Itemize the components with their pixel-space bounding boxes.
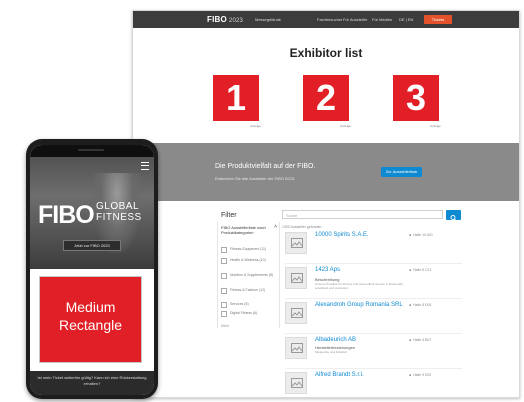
footer-faq-link[interactable]: Ist mein Ticket weiterhin gültig? Kann i… xyxy=(36,375,148,387)
list-item[interactable]: 1423 Aps ● Halle 6 C12 Beschreibung Unser… xyxy=(285,264,462,299)
nav-language-switch[interactable]: DE | EN xyxy=(399,17,413,22)
desktop-window: FIBO 2023 Messegelände Fachbesucher Für A… xyxy=(132,10,520,398)
checkbox[interactable] xyxy=(221,311,227,317)
checkbox[interactable] xyxy=(221,302,227,308)
ad-slot-1-caption: Anzeige xyxy=(250,124,261,128)
exhibitor-name[interactable]: 10000 Spirits S.A.E. xyxy=(315,232,405,239)
filter-option[interactable]: Health & Wellness (10) xyxy=(221,258,277,264)
filter-option[interactable]: Digital Fitness (6) xyxy=(221,311,277,317)
search-icon xyxy=(450,215,457,221)
filter-more-link[interactable]: Mehr xyxy=(221,324,229,328)
exhibitor-name[interactable]: Alfred Brandt S.r.l. xyxy=(315,372,405,379)
exhibitor-location: ● Halle 9 E02 xyxy=(409,373,432,377)
divider xyxy=(279,222,280,328)
ad-slot-3-caption: Anzeige xyxy=(430,124,441,128)
logo-fitness: FITNESS xyxy=(96,212,142,223)
filter-option[interactable]: Fitness-Equipment (11) xyxy=(221,247,277,253)
ad-slot-1[interactable]: 1 xyxy=(213,75,259,121)
logo-subtitle: GLOBAL FITNESS xyxy=(96,201,142,223)
location-pin-icon: ● xyxy=(409,373,412,377)
location-pin-icon: ● xyxy=(409,268,412,272)
exhibitor-name[interactable]: Albadeurich AB xyxy=(315,337,405,344)
divider xyxy=(217,222,218,328)
exhibitor-description: Unsere Produkte für Fitness und Gesundhe… xyxy=(315,282,403,290)
nav-link-aussteller[interactable]: Für Aussteller xyxy=(343,17,367,22)
product-banner xyxy=(133,143,519,201)
ad-slot-2[interactable]: 2 xyxy=(303,75,349,121)
ad-slot-3[interactable]: 3 xyxy=(393,75,439,121)
nav-link-fachbesucher[interactable]: Fachbesucher xyxy=(317,17,342,22)
banner-title: Die Produktvielfalt auf der FIBO. xyxy=(215,163,316,170)
checkbox[interactable] xyxy=(221,288,227,294)
checkbox[interactable] xyxy=(221,258,227,264)
exhibitor-location: ● Halle 6 C12 xyxy=(409,268,432,272)
ad-slot-2-caption: Anzeige xyxy=(340,124,351,128)
image-placeholder-icon xyxy=(285,232,307,254)
checkbox[interactable] xyxy=(221,273,227,279)
location-pin-icon: ● xyxy=(409,233,412,237)
list-item[interactable]: Albadeurich AB ● Halle 4 B07 Herstellerbe… xyxy=(285,334,462,369)
filter-title: Filter xyxy=(221,212,237,219)
exhibitor-name[interactable]: 1423 Aps xyxy=(315,267,405,274)
banner-button[interactable]: Zur Ausstellerliste xyxy=(381,167,422,177)
top-navigation: FIBO 2023 Messegelände Fachbesucher Für A… xyxy=(133,11,519,28)
logo-global: GLOBAL xyxy=(96,201,140,212)
image-placeholder-icon xyxy=(285,337,307,359)
filter-option[interactable]: Services (5) xyxy=(221,302,277,308)
chevron-up-icon[interactable]: ˄ xyxy=(274,225,277,230)
ad-label: Medium Rectangle xyxy=(58,299,123,333)
speaker-icon xyxy=(78,149,104,151)
phone-status-bar xyxy=(30,145,154,157)
exhibitor-location: ● Halle 8 D04 xyxy=(409,303,432,307)
filter-option[interactable]: Nutrition & Supplements (8) xyxy=(221,273,277,279)
list-item[interactable]: Alexandroh Group Romania SRL ● Halle 8 D0… xyxy=(285,299,462,334)
fibo-logo[interactable]: FIBO 2023 xyxy=(207,15,243,24)
location-pin-icon: ● xyxy=(409,338,412,342)
checkbox[interactable] xyxy=(221,247,227,253)
exhibitor-name[interactable]: Alexandroh Group Romania SRL xyxy=(315,302,405,309)
filter-option[interactable]: Fitness & Fashion (12) xyxy=(221,288,277,294)
phone-screen: FIBO GLOBAL FITNESS Jetzt zur FIBO 2023 … xyxy=(30,145,154,395)
exhibitor-description: Mietgeräte und Zubehör xyxy=(315,350,348,354)
list-item[interactable]: 10000 Spirits S.A.E. ● Halle 10 A01 xyxy=(285,229,462,264)
page-title: Exhibitor list xyxy=(289,46,363,60)
search-input[interactable]: Suche xyxy=(282,210,443,219)
fibo-logo: FIBO xyxy=(38,201,95,229)
image-placeholder-icon xyxy=(285,302,307,324)
cta-button[interactable]: Jetzt zur FIBO 2023 xyxy=(63,240,121,251)
hamburger-menu-icon[interactable] xyxy=(141,162,149,170)
banner-subtitle: Entdecken Sie alle Aussteller der FIBO 2… xyxy=(215,176,296,181)
nav-link-medien[interactable]: Für Medien xyxy=(372,17,392,22)
search-button[interactable] xyxy=(446,210,461,221)
image-placeholder-icon xyxy=(285,372,307,394)
image-placeholder-icon xyxy=(285,267,307,289)
list-item[interactable]: Alfred Brandt S.r.l. ● Halle 9 E02 xyxy=(285,369,462,397)
location-pin-icon: ● xyxy=(409,303,412,307)
medium-rectangle-ad[interactable]: Medium Rectangle xyxy=(39,276,142,363)
exhibitor-location: ● Halle 10 A01 xyxy=(409,233,433,237)
filter-category-label: FIBO Ausstellerliste nach Produktkategor… xyxy=(221,225,266,235)
tickets-button[interactable]: Tickets xyxy=(424,15,452,24)
nav-location[interactable]: Messegelände xyxy=(255,17,281,22)
phone-frame: FIBO GLOBAL FITNESS Jetzt zur FIBO 2023 … xyxy=(26,139,158,399)
exhibitor-location: ● Halle 4 B07 xyxy=(409,338,432,342)
filter-category[interactable]: FIBO Ausstellerliste nach Produktkategor… xyxy=(221,225,277,236)
